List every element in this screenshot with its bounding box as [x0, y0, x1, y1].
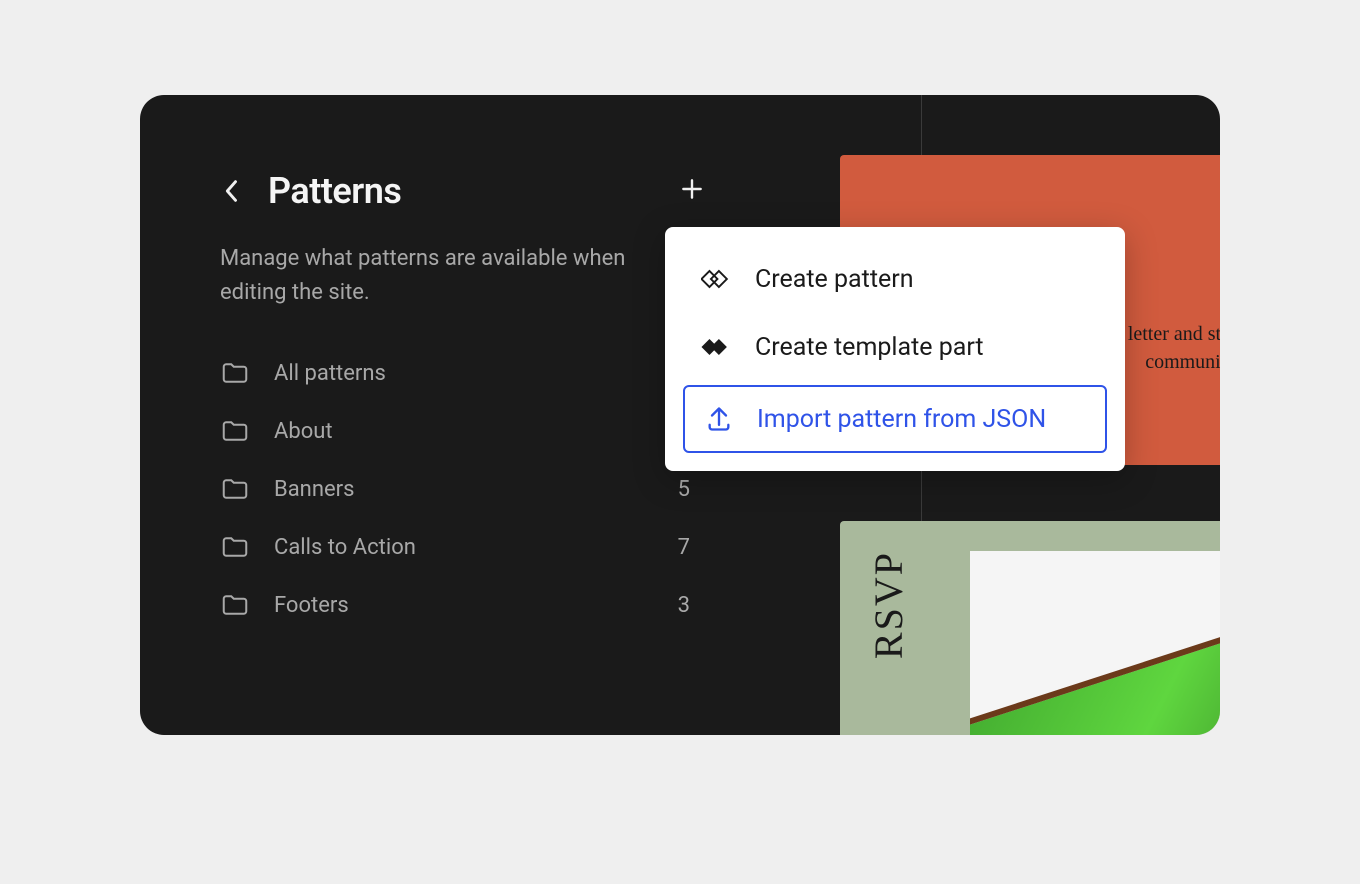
add-dropdown-menu: Create pattern Create template part Impo… [665, 227, 1125, 471]
add-pattern-button[interactable] [676, 173, 708, 205]
preview-diagonal-graphic [970, 614, 1220, 735]
nav-item-count: 5 [678, 477, 700, 502]
nav-item-label: Calls to Action [274, 535, 654, 560]
nav-list: All patterns About Banners 5 Calls to Ac… [220, 358, 700, 620]
nav-item-count: 3 [678, 593, 700, 618]
nav-item-count: 7 [678, 535, 700, 560]
nav-item-label: Banners [274, 477, 654, 502]
folder-icon [220, 474, 250, 504]
sidebar-item-calls-to-action[interactable]: Calls to Action 7 [220, 532, 700, 562]
nav-item-label: About [274, 419, 666, 444]
folder-icon [220, 416, 250, 446]
diamond-outline-icon [701, 263, 733, 295]
nav-item-label: All patterns [274, 361, 666, 386]
folder-icon [220, 532, 250, 562]
sidebar-item-about[interactable]: About [220, 416, 700, 446]
menu-item-create-pattern[interactable]: Create pattern [665, 245, 1125, 313]
diamond-filled-icon [701, 331, 733, 363]
upload-icon [703, 403, 735, 435]
preview-card-green[interactable]: RSVP [840, 521, 1220, 735]
rsvp-label: RSVP [865, 551, 912, 659]
menu-item-create-template-part[interactable]: Create template part [665, 313, 1125, 381]
folder-icon [220, 590, 250, 620]
menu-item-label: Import pattern from JSON [757, 405, 1046, 434]
nav-item-label: Footers [274, 593, 654, 618]
sidebar-item-all-patterns[interactable]: All patterns [220, 358, 700, 388]
menu-item-import-json[interactable]: Import pattern from JSON [683, 385, 1107, 453]
preview-text-line: letter and stay [1128, 320, 1220, 348]
back-button[interactable] [220, 179, 244, 203]
plus-icon [679, 176, 705, 202]
chevron-left-icon [225, 179, 239, 203]
preview-orange-text: letter and stay community. [1128, 320, 1220, 376]
preview-text-line: community. [1128, 348, 1220, 376]
menu-item-label: Create pattern [755, 265, 914, 294]
sidebar-item-banners[interactable]: Banners 5 [220, 474, 700, 504]
menu-item-label: Create template part [755, 333, 984, 362]
page-title: Patterns [268, 170, 401, 212]
folder-icon [220, 358, 250, 388]
sidebar-item-footers[interactable]: Footers 3 [220, 590, 700, 620]
preview-image-placeholder [970, 551, 1220, 735]
sidebar-header: Patterns [220, 170, 700, 212]
sidebar-description: Manage what patterns are available when … [220, 242, 650, 310]
